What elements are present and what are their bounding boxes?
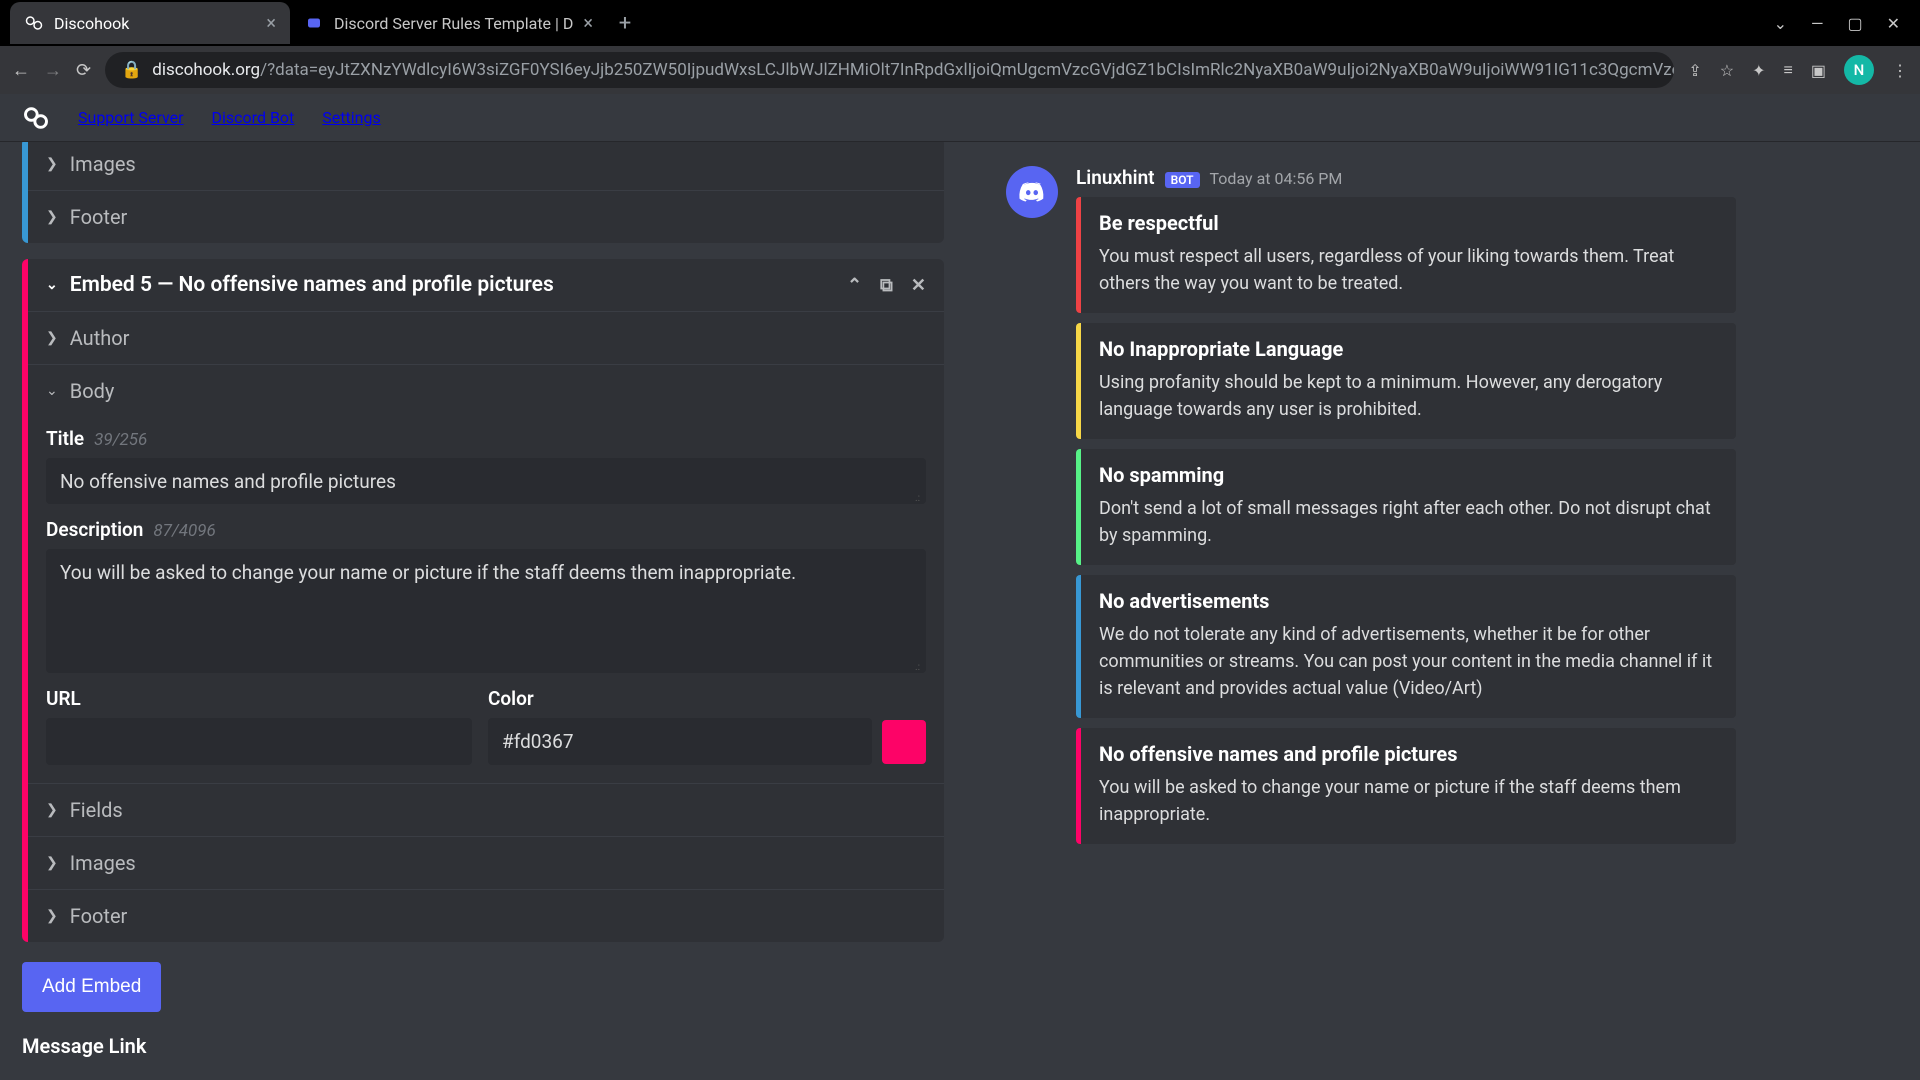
preview-embed-title: No spamming (1099, 463, 1718, 487)
back-icon[interactable]: ← (12, 60, 30, 81)
address-bar: ← → ⟳ 🔒 discohook.org/?data=eyJtZXNzYWdl… (0, 46, 1920, 94)
embed-card-5: ⌄ Embed 5 — No offensive names and profi… (22, 259, 944, 942)
preview-embed-body: You must respect all users, regardless o… (1099, 243, 1718, 297)
browser-tab[interactable]: Discord Server Rules Template | D × (290, 2, 607, 44)
tab-title: Discord Server Rules Template | D (334, 14, 573, 33)
title-counter: 39/256 (94, 430, 147, 450)
preview-embed-title: No Inappropriate Language (1099, 337, 1718, 361)
section-label: Author (70, 326, 130, 350)
side-panel-icon[interactable]: ▣ (1811, 61, 1826, 80)
chevron-right-icon: ❯ (46, 908, 58, 924)
app-header: Support Server Discord Bot Settings (0, 94, 1920, 142)
chevron-down-icon: ⌄ (46, 383, 58, 399)
collapse-icon[interactable]: ⌃ (847, 275, 862, 296)
preview-embed-body: Don't send a lot of small messages right… (1099, 495, 1718, 549)
profile-avatar[interactable]: N (1844, 55, 1874, 85)
menu-icon[interactable]: ⋮ (1892, 61, 1908, 80)
preview-embed: No spamming Don't send a lot of small mes… (1076, 449, 1736, 565)
discohook-favicon-icon (24, 13, 44, 33)
chevron-down-icon: ⌄ (46, 277, 58, 293)
preview-embed-body: We do not tolerate any kind of advertise… (1099, 621, 1718, 702)
preview-embed-title: No offensive names and profile pictures (1099, 742, 1718, 766)
preview-embed: No advertisements We do not tolerate any … (1076, 575, 1736, 718)
tab-dropdown-icon[interactable]: ⌄ (1774, 14, 1787, 33)
section-footer[interactable]: ❯ Footer (28, 190, 944, 243)
embed-header[interactable]: ⌄ Embed 5 — No offensive names and profi… (28, 259, 944, 311)
window-controls: ⌄ — ▢ ✕ (1774, 14, 1920, 33)
bot-badge: BOT (1165, 172, 1200, 188)
section-label: Fields (70, 798, 123, 822)
chevron-right-icon: ❯ (46, 209, 58, 225)
section-images[interactable]: ❯ Images (28, 142, 944, 190)
section-label: Images (70, 851, 136, 875)
preview-timestamp: Today at 04:56 PM (1210, 169, 1343, 188)
tab-title: Discohook (54, 14, 129, 33)
section-body[interactable]: ⌄ Body (28, 364, 944, 417)
message-link-label: Message Link (22, 1034, 944, 1058)
url-input[interactable]: 🔒 discohook.org/?data=eyJtZXNzYWdlcyI6W3… (105, 52, 1674, 88)
description-label: Description (46, 518, 143, 541)
add-embed-button[interactable]: Add Embed (22, 962, 161, 1012)
tab-bar: Discohook × Discord Server Rules Templat… (0, 0, 1920, 46)
embed-title: Embed 5 — No offensive names and profile… (70, 273, 554, 297)
preview-embed: No Inappropriate Language Using profanity… (1076, 323, 1736, 439)
bookmark-icon[interactable]: ☆ (1720, 61, 1734, 80)
editor-panel: ❯ Images ❯ Footer ⌄ Embed 5 — No offensi… (0, 142, 966, 1080)
chevron-right-icon: ❯ (46, 802, 58, 818)
chevron-right-icon: ❯ (46, 156, 58, 172)
preview-embed-title: No advertisements (1099, 589, 1718, 613)
color-swatch[interactable] (882, 720, 926, 764)
preview-username: Linuxhint (1076, 166, 1155, 189)
preview-panel: Linuxhint BOT Today at 04:56 PM Be respe… (966, 142, 1920, 1080)
color-input[interactable] (488, 718, 872, 765)
reading-list-icon[interactable]: ≡ (1784, 60, 1793, 80)
section-label: Footer (70, 205, 128, 229)
chevron-right-icon: ❯ (46, 855, 58, 871)
chevron-right-icon: ❯ (46, 330, 58, 346)
preview-embed: No offensive names and profile pictures Y… (1076, 728, 1736, 844)
color-label: Color (488, 687, 534, 710)
section-fields[interactable]: ❯ Fields (28, 783, 944, 836)
url-label: URL (46, 687, 81, 710)
forward-icon[interactable]: → (44, 60, 62, 81)
url-input[interactable] (46, 718, 472, 765)
preview-embed-body: Using profanity should be kept to a mini… (1099, 369, 1718, 423)
remove-icon[interactable]: ✕ (911, 275, 926, 296)
minimize-icon[interactable]: — (1811, 14, 1824, 33)
browser-tab-active[interactable]: Discohook × (10, 2, 290, 44)
section-images[interactable]: ❯ Images (28, 836, 944, 889)
section-footer[interactable]: ❯ Footer (28, 889, 944, 942)
nav-support-server[interactable]: Support Server (78, 108, 184, 127)
share-icon[interactable]: ⇪ (1688, 61, 1701, 80)
reload-icon[interactable]: ⟳ (76, 60, 91, 81)
duplicate-icon[interactable]: ⧉ (880, 275, 893, 296)
url-path: /?data=eyJtZXNzYWdlcyI6W3siZGF0YSI6eyJjb… (260, 60, 1674, 80)
preview-embed-body: You will be asked to change your name or… (1099, 774, 1718, 828)
description-counter: 87/4096 (153, 521, 215, 541)
maximize-icon[interactable]: ▢ (1847, 14, 1862, 33)
discord-favicon-icon (304, 13, 324, 33)
close-icon[interactable]: × (583, 13, 593, 34)
preview-avatar-icon (1006, 166, 1058, 218)
lock-icon: 🔒 (121, 60, 142, 80)
extensions-icon[interactable]: ✦ (1752, 61, 1765, 80)
close-window-icon[interactable]: ✕ (1887, 14, 1900, 33)
url-domain: discohook.org (152, 60, 260, 80)
nav-discord-bot[interactable]: Discord Bot (212, 108, 295, 127)
section-author[interactable]: ❯ Author (28, 311, 944, 364)
section-label: Images (70, 152, 136, 176)
title-label: Title (46, 427, 84, 450)
preview-embed-title: Be respectful (1099, 211, 1718, 235)
title-input[interactable] (46, 458, 926, 504)
new-tab-button[interactable]: + (607, 5, 643, 41)
app-logo-icon[interactable] (22, 104, 50, 132)
preview-embed: Be respectful You must respect all users,… (1076, 197, 1736, 313)
embed-card-4: ❯ Images ❯ Footer (22, 142, 944, 243)
description-input[interactable] (46, 549, 926, 673)
section-label: Body (70, 379, 115, 403)
nav-settings[interactable]: Settings (322, 108, 380, 127)
close-icon[interactable]: × (266, 13, 276, 34)
section-label: Footer (70, 904, 128, 928)
